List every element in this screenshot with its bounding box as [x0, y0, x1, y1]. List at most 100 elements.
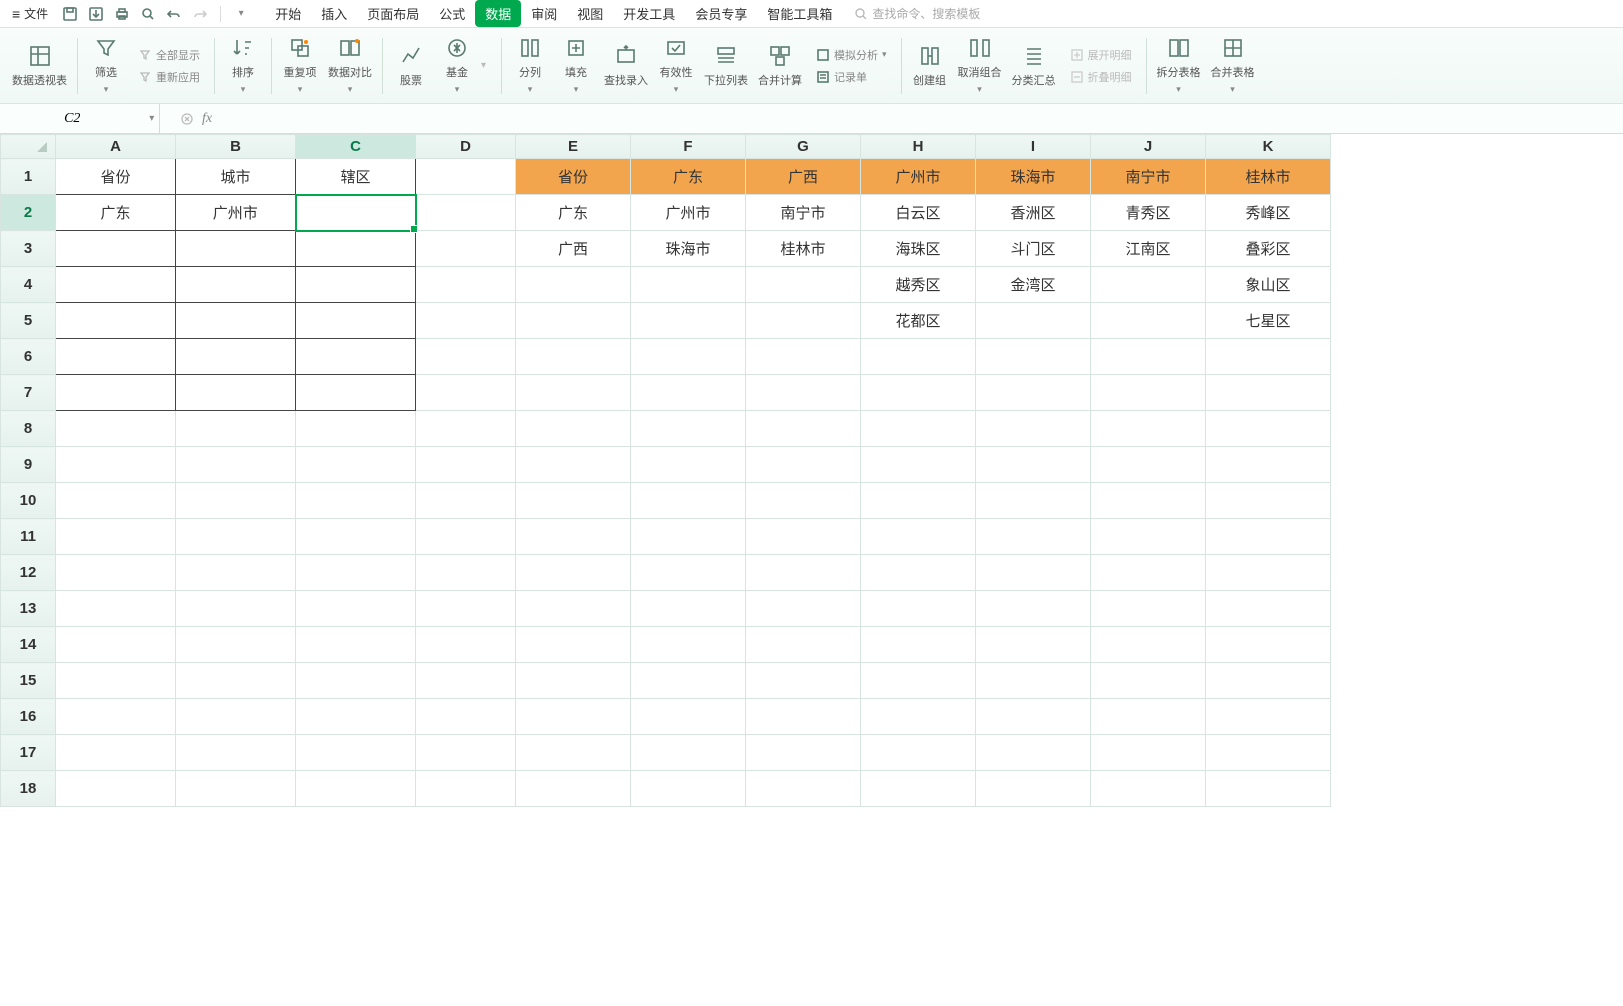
cell-B13[interactable] [176, 591, 296, 627]
ribbon-tab-5[interactable]: 审阅 [521, 0, 567, 27]
cell-E5[interactable] [516, 303, 631, 339]
row-header-10[interactable]: 10 [1, 483, 56, 519]
subtotal-button[interactable]: 分类汇总 [1008, 42, 1060, 90]
cell-I18[interactable] [976, 771, 1091, 807]
cell-B2[interactable]: 广州市 [176, 195, 296, 231]
cell-J4[interactable] [1091, 267, 1206, 303]
cell-F1[interactable]: 广东 [631, 159, 746, 195]
cell-I7[interactable] [976, 375, 1091, 411]
command-search[interactable]: 查找命令、搜索模板 [854, 5, 980, 22]
cell-B1[interactable]: 城市 [176, 159, 296, 195]
cell-K14[interactable] [1206, 627, 1331, 663]
qat-dropdown-icon[interactable]: ▾ [231, 4, 251, 24]
cell-D16[interactable] [416, 699, 516, 735]
cell-C18[interactable] [296, 771, 416, 807]
consolidate-button[interactable]: 合并计算 [754, 42, 806, 90]
row-header-17[interactable]: 17 [1, 735, 56, 771]
cell-J8[interactable] [1091, 411, 1206, 447]
cell-I1[interactable]: 珠海市 [976, 159, 1091, 195]
cell-F3[interactable]: 珠海市 [631, 231, 746, 267]
file-menu[interactable]: ≡ 文件 [6, 3, 54, 24]
ribbon-tab-0[interactable]: 开始 [265, 0, 311, 27]
cell-A16[interactable] [56, 699, 176, 735]
collapse-detail-button[interactable]: 折叠明细 [1066, 67, 1136, 87]
cell-C9[interactable] [296, 447, 416, 483]
save-as-icon[interactable] [86, 4, 106, 24]
fx-label[interactable]: fx [202, 111, 212, 127]
ribbon-tab-4[interactable]: 数据 [475, 0, 521, 27]
cell-A3[interactable] [56, 231, 176, 267]
column-header-B[interactable]: B [176, 135, 296, 159]
ribbon-tab-1[interactable]: 插入 [311, 0, 357, 27]
cell-A1[interactable]: 省份 [56, 159, 176, 195]
cell-C16[interactable] [296, 699, 416, 735]
cell-D2[interactable] [416, 195, 516, 231]
column-header-K[interactable]: K [1206, 135, 1331, 159]
cell-E7[interactable] [516, 375, 631, 411]
cell-G4[interactable] [746, 267, 861, 303]
ungroup-button[interactable]: 取消组合 [954, 34, 1006, 97]
cell-D17[interactable] [416, 735, 516, 771]
ribbon-tab-7[interactable]: 开发工具 [613, 0, 685, 27]
cell-J5[interactable] [1091, 303, 1206, 339]
cell-H8[interactable] [861, 411, 976, 447]
cell-A17[interactable] [56, 735, 176, 771]
print-icon[interactable] [112, 4, 132, 24]
cell-I12[interactable] [976, 555, 1091, 591]
cell-C17[interactable] [296, 735, 416, 771]
cell-B15[interactable] [176, 663, 296, 699]
cell-F2[interactable]: 广州市 [631, 195, 746, 231]
group-button[interactable]: 创建组 [908, 42, 952, 90]
cell-K10[interactable] [1206, 483, 1331, 519]
column-header-I[interactable]: I [976, 135, 1091, 159]
ribbon-tab-3[interactable]: 公式 [429, 0, 475, 27]
cell-F10[interactable] [631, 483, 746, 519]
row-header-9[interactable]: 9 [1, 447, 56, 483]
column-header-G[interactable]: G [746, 135, 861, 159]
column-header-C[interactable]: C [296, 135, 416, 159]
cell-K17[interactable] [1206, 735, 1331, 771]
ribbon-tab-8[interactable]: 会员专享 [685, 0, 757, 27]
cell-J11[interactable] [1091, 519, 1206, 555]
cell-J12[interactable] [1091, 555, 1206, 591]
cell-G13[interactable] [746, 591, 861, 627]
row-header-18[interactable]: 18 [1, 771, 56, 807]
cell-I2[interactable]: 香洲区 [976, 195, 1091, 231]
cell-C14[interactable] [296, 627, 416, 663]
cell-E18[interactable] [516, 771, 631, 807]
cell-B6[interactable] [176, 339, 296, 375]
cell-J2[interactable]: 青秀区 [1091, 195, 1206, 231]
cell-E3[interactable]: 广西 [516, 231, 631, 267]
cell-J1[interactable]: 南宁市 [1091, 159, 1206, 195]
data-compare-button[interactable]: 数据对比 [324, 34, 376, 97]
cell-E16[interactable] [516, 699, 631, 735]
cell-B3[interactable] [176, 231, 296, 267]
pivot-table-button[interactable]: 数据透视表 [8, 42, 71, 90]
cell-I10[interactable] [976, 483, 1091, 519]
row-header-2[interactable]: 2 [1, 195, 56, 231]
cell-I5[interactable] [976, 303, 1091, 339]
redo-icon[interactable] [190, 4, 210, 24]
cell-I9[interactable] [976, 447, 1091, 483]
cell-E2[interactable]: 广东 [516, 195, 631, 231]
cell-D10[interactable] [416, 483, 516, 519]
cell-A6[interactable] [56, 339, 176, 375]
cell-D6[interactable] [416, 339, 516, 375]
formula-input[interactable] [220, 111, 1603, 126]
cell-B17[interactable] [176, 735, 296, 771]
cell-C4[interactable] [296, 267, 416, 303]
cell-H14[interactable] [861, 627, 976, 663]
cell-K2[interactable]: 秀峰区 [1206, 195, 1331, 231]
cell-I16[interactable] [976, 699, 1091, 735]
cell-I8[interactable] [976, 411, 1091, 447]
column-header-E[interactable]: E [516, 135, 631, 159]
cell-B9[interactable] [176, 447, 296, 483]
cell-C11[interactable] [296, 519, 416, 555]
cell-B11[interactable] [176, 519, 296, 555]
cell-C2[interactable] [296, 195, 416, 231]
cell-F14[interactable] [631, 627, 746, 663]
cell-C7[interactable] [296, 375, 416, 411]
row-header-7[interactable]: 7 [1, 375, 56, 411]
cell-F5[interactable] [631, 303, 746, 339]
cell-E14[interactable] [516, 627, 631, 663]
